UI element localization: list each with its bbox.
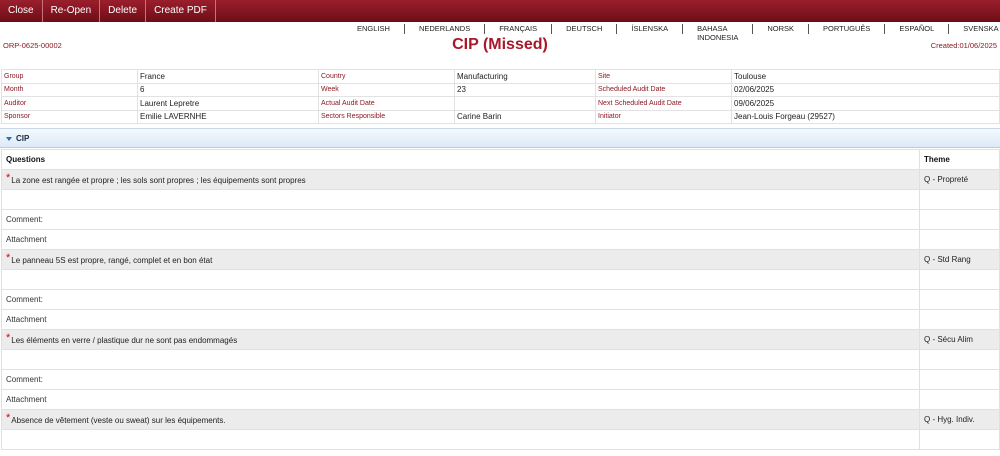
theme-cell: Q - Std Rang	[919, 249, 1000, 270]
info-row: Auditor Laurent Lepretre Actual Audit Da…	[1, 96, 1000, 111]
week-label: Week	[318, 82, 455, 97]
language-selector: ENGLISH NEDERLANDS FRANÇAIS DEUTSCH ÍSLE…	[343, 24, 1000, 42]
language-islenska[interactable]: ÍSLENSKA	[616, 24, 682, 34]
info-row: Group France Country Manufacturing Site …	[1, 69, 1000, 84]
comment-label[interactable]: Comment:	[1, 209, 920, 230]
sectors-responsible-value: Carine Barin	[454, 109, 596, 124]
audit-info-table: Group France Country Manufacturing Site …	[1, 69, 1000, 124]
auditor-label: Auditor	[1, 96, 138, 111]
month-value: 6	[137, 82, 319, 97]
sponsor-value: Emilie LAVERNHE	[137, 109, 319, 124]
question-cell: *Le panneau 5S est propre, rangé, comple…	[1, 249, 920, 270]
answer-cell[interactable]	[1, 189, 920, 210]
attachment-row: Attachment	[1, 229, 1000, 250]
language-english[interactable]: ENGLISH	[343, 24, 404, 34]
attachment-label[interactable]: Attachment	[1, 229, 920, 250]
comment-row: Comment:	[1, 209, 1000, 230]
theme-cell: Q - Sécu Alim	[919, 329, 1000, 350]
language-nederlands[interactable]: NEDERLANDS	[403, 24, 484, 34]
language-deutsch[interactable]: DEUTSCH	[551, 24, 616, 34]
page-title: CIP (Missed)	[452, 36, 548, 53]
theme-column-header: Theme	[919, 149, 1000, 170]
comment-label[interactable]: Comment:	[1, 289, 920, 310]
section-title: CIP	[16, 134, 30, 143]
site-label: Site	[595, 69, 732, 84]
answer-cell[interactable]	[1, 429, 920, 450]
required-icon: *	[6, 411, 11, 424]
scheduled-audit-date-label: Scheduled Audit Date	[595, 82, 732, 97]
language-norsk[interactable]: NORSK	[752, 24, 808, 34]
create-pdf-button[interactable]: Create PDF	[146, 0, 216, 22]
comment-row: Comment:	[1, 369, 1000, 390]
question-row: *Absence de vêtement (veste ou sweat) su…	[1, 409, 1000, 430]
language-francais[interactable]: FRANÇAIS	[484, 24, 551, 34]
auditor-value: Laurent Lepretre	[137, 96, 319, 111]
attachment-row: Attachment	[1, 389, 1000, 410]
question-row: *Le panneau 5S est propre, rangé, comple…	[1, 249, 1000, 270]
required-icon: *	[6, 331, 11, 344]
country-value: Manufacturing	[454, 69, 596, 84]
comment-label[interactable]: Comment:	[1, 369, 920, 390]
attachment-label[interactable]: Attachment	[1, 309, 920, 330]
question-row: *La zone est rangée et propre ; les sols…	[1, 169, 1000, 190]
question-text: Le panneau 5S est propre, rangé, complet…	[11, 255, 213, 265]
group-label: Group	[1, 69, 138, 84]
question-row: *Les éléments en verre / plastique dur n…	[1, 329, 1000, 350]
next-scheduled-audit-date-label: Next Scheduled Audit Date	[595, 96, 732, 111]
attachment-label[interactable]: Attachment	[1, 389, 920, 410]
question-cell: *Absence de vêtement (veste ou sweat) su…	[1, 409, 920, 430]
question-cell: *Les éléments en verre / plastique dur n…	[1, 329, 920, 350]
language-bahasa-indonesia[interactable]: BAHASA INDONESIA	[682, 24, 752, 42]
answer-cell[interactable]	[1, 269, 920, 290]
next-scheduled-audit-date-value: 09/06/2025	[731, 96, 1000, 111]
questions-table: Questions Theme *La zone est rangée et p…	[1, 149, 1000, 450]
answer-row	[1, 429, 1000, 450]
week-value: 23	[454, 82, 596, 97]
answer-row	[1, 349, 1000, 370]
question-text: Absence de vêtement (veste ou sweat) sur…	[11, 415, 226, 425]
site-value: Toulouse	[731, 69, 1000, 84]
language-svenska[interactable]: SVENSKA	[948, 24, 1000, 34]
answer-row	[1, 269, 1000, 290]
close-button[interactable]: Close	[0, 0, 43, 22]
table-header-row: Questions Theme	[1, 149, 1000, 170]
required-icon: *	[6, 251, 11, 264]
scheduled-audit-date-value: 02/06/2025	[731, 82, 1000, 97]
action-toolbar: Close Re-Open Delete Create PDF	[0, 0, 1000, 22]
delete-button[interactable]: Delete	[100, 0, 147, 22]
answer-row	[1, 189, 1000, 210]
collapse-triangle-icon[interactable]	[6, 137, 12, 141]
info-row: Month 6 Week 23 Scheduled Audit Date 02/…	[1, 82, 1000, 97]
language-espanol[interactable]: ESPAÑOL	[884, 24, 948, 34]
question-cell: *La zone est rangée et propre ; les sols…	[1, 169, 920, 190]
initiator-label: Initiator	[595, 109, 732, 124]
attachment-row: Attachment	[1, 309, 1000, 330]
theme-cell: Q - Hyg. Indiv.	[919, 409, 1000, 430]
questions-column-header: Questions	[1, 149, 920, 170]
country-label: Country	[318, 69, 455, 84]
section-header-cip[interactable]: CIP	[0, 128, 1000, 148]
required-icon: *	[6, 171, 11, 184]
sponsor-label: Sponsor	[1, 109, 138, 124]
created-date: Created:01/06/2025	[930, 41, 997, 50]
actual-audit-date-label: Actual Audit Date	[318, 96, 455, 111]
question-text: La zone est rangée et propre ; les sols …	[11, 175, 306, 185]
language-portugues[interactable]: PORTUGUÊS	[808, 24, 884, 34]
reopen-button[interactable]: Re-Open	[43, 0, 101, 22]
question-text: Les éléments en verre / plastique dur ne…	[11, 335, 238, 345]
initiator-value: Jean-Louis Forgeau (29527)	[731, 109, 1000, 124]
month-label: Month	[1, 82, 138, 97]
actual-audit-date-value	[454, 96, 596, 111]
sectors-responsible-label: Sectors Responsible	[318, 109, 455, 124]
group-value: France	[137, 69, 319, 84]
theme-cell: Q - Propreté	[919, 169, 1000, 190]
answer-cell[interactable]	[1, 349, 920, 370]
comment-row: Comment:	[1, 289, 1000, 310]
info-row: Sponsor Emilie LAVERNHE Sectors Responsi…	[1, 109, 1000, 124]
